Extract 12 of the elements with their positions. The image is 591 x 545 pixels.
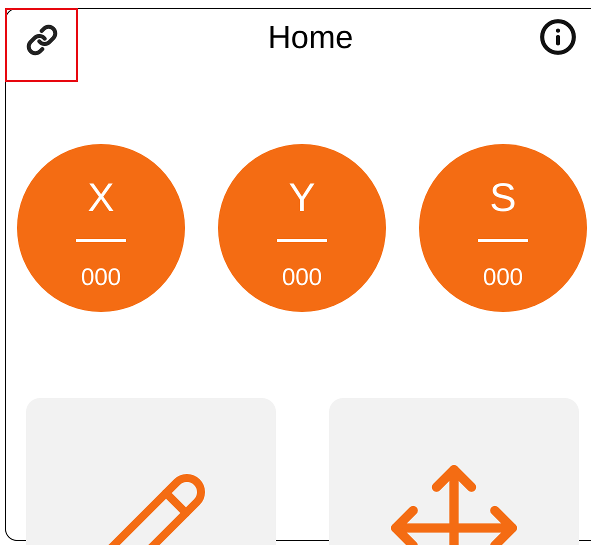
- tile-card[interactable]: [329, 398, 579, 545]
- counter-value: 000: [80, 266, 122, 290]
- counter-value: 000: [282, 266, 322, 290]
- tile-card[interactable]: [26, 398, 276, 545]
- link-icon[interactable]: [26, 24, 58, 56]
- counter-label: Y: [288, 178, 316, 218]
- info-icon[interactable]: [538, 18, 577, 56]
- page-title: Home: [268, 18, 354, 57]
- counter-value: 000: [482, 266, 524, 290]
- link-icon-highlight[interactable]: [5, 8, 78, 82]
- counter-label: S: [490, 178, 516, 218]
- counter-label: X: [88, 178, 114, 218]
